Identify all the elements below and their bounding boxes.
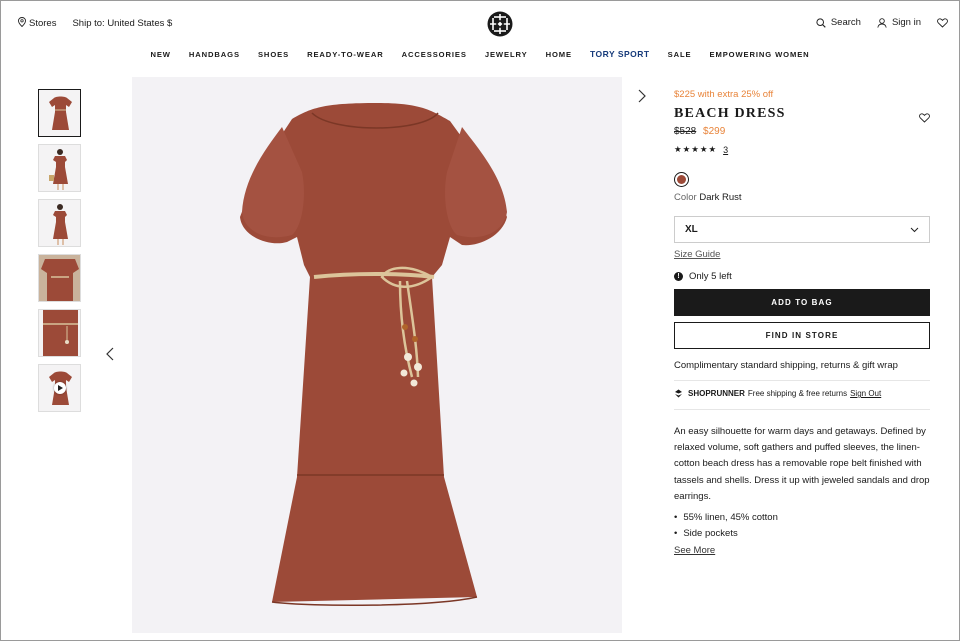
location-pin-icon[interactable] [18,17,26,30]
feature-item: Side pockets [674,526,930,542]
size-guide-link[interactable]: Size Guide [674,249,930,260]
brand-logo[interactable] [487,11,513,37]
main-product-image[interactable] [132,77,622,633]
wishlist-button[interactable] [937,17,953,28]
nav-item-tory-sport[interactable]: TORY SPORT [590,49,650,59]
shoprunner-brand: SHOPRUNNER [688,389,745,398]
promo-text: $225 with extra 25% off [674,89,774,100]
ship-to-selector[interactable]: Ship to: United States $ [72,18,172,29]
original-price: $528 [674,126,697,137]
color-value: Dark Rust [699,192,742,203]
product-features: 55% linen, 45% cotton Side pockets [674,510,930,542]
search-label: Search [830,17,861,28]
color-label: Color [674,192,697,203]
nav-item-home[interactable]: HOME [546,50,572,59]
review-count-link[interactable]: 3 [723,145,728,155]
size-selected-value: XL [685,224,698,235]
add-to-wishlist-button[interactable] [919,110,930,128]
nav-item-new[interactable]: NEW [150,50,170,59]
top-bar: Stores Ship to: United States $ Search S… [1,1,959,45]
nav-item-empowering-women[interactable]: EMPOWERING WOMEN [710,50,810,59]
thumbnail-strip [38,89,82,419]
price-block: $528 $299 [674,126,930,137]
play-icon [54,382,66,394]
color-label-row: Color Dark Rust [674,192,930,203]
shoprunner-icon [675,389,682,398]
shipping-note: Complimentary standard shipping, returns… [674,360,930,381]
dress-illustration [240,103,507,607]
thumbnail-3[interactable] [38,199,81,247]
shoprunner-banner: SHOPRUNNER Free shipping & free returns … [674,389,930,410]
thumbnail-video[interactable] [38,364,81,412]
sign-in-label: Sign in [891,17,921,28]
product-details: $225 with extra 25% off BEACH DRESS $528… [674,89,930,556]
size-select[interactable]: XL [674,216,930,243]
gallery-prev-arrow[interactable] [105,347,119,363]
find-in-store-button[interactable]: FIND IN STORE [674,322,930,349]
product-description: An easy silhouette for warm days and get… [674,426,930,502]
chevron-left-icon [106,347,114,361]
color-swatch[interactable] [674,172,689,187]
info-icon: ! [674,272,683,281]
chevron-right-icon [638,89,646,103]
shoprunner-text: Free shipping & free returns [747,389,848,398]
sign-in-button[interactable]: Sign in [877,17,921,28]
search-icon [816,17,826,28]
heart-icon [937,17,948,28]
add-to-bag-button[interactable]: ADD TO BAG [674,289,930,316]
shoprunner-sign-out-link[interactable]: Sign Out [850,389,881,398]
rating: ★★★★★ 3 [674,144,930,155]
feature-item: 55% linen, 45% cotton [674,510,930,526]
top-left-utilities: Stores Ship to: United States $ [18,17,172,30]
top-right-utilities: Search Sign in [816,17,959,28]
nav-item-accessories[interactable]: ACCESSORIES [402,50,467,59]
product-title: BEACH DRESS [674,106,786,121]
nav-item-shoes[interactable]: SHOES [258,50,289,59]
nav-item-sale[interactable]: SALE [668,50,692,59]
stock-notice: ! Only 5 left [674,271,930,282]
heart-icon [919,113,930,123]
nav-item-ready-to-wear[interactable]: READY-TO-WEAR [307,50,384,59]
star-rating: ★★★★★ [674,144,718,154]
search-button[interactable]: Search [816,17,861,28]
see-more-link[interactable]: See More [674,545,930,556]
thumbnail-2[interactable] [38,144,81,192]
stock-text: Only 5 left [689,271,732,282]
main-nav: NEW HANDBAGS SHOES READY-TO-WEAR ACCESSO… [1,49,959,59]
sale-price: $299 [703,126,726,137]
thumbnail-5[interactable] [38,309,81,357]
user-icon [877,17,887,28]
chevron-down-icon [910,227,919,232]
stores-link[interactable]: Stores [29,18,56,29]
thumbnail-1[interactable] [38,89,81,137]
nav-item-handbags[interactable]: HANDBAGS [189,50,240,59]
nav-item-jewelry[interactable]: JEWELRY [485,50,528,59]
thumbnail-4[interactable] [38,254,81,302]
